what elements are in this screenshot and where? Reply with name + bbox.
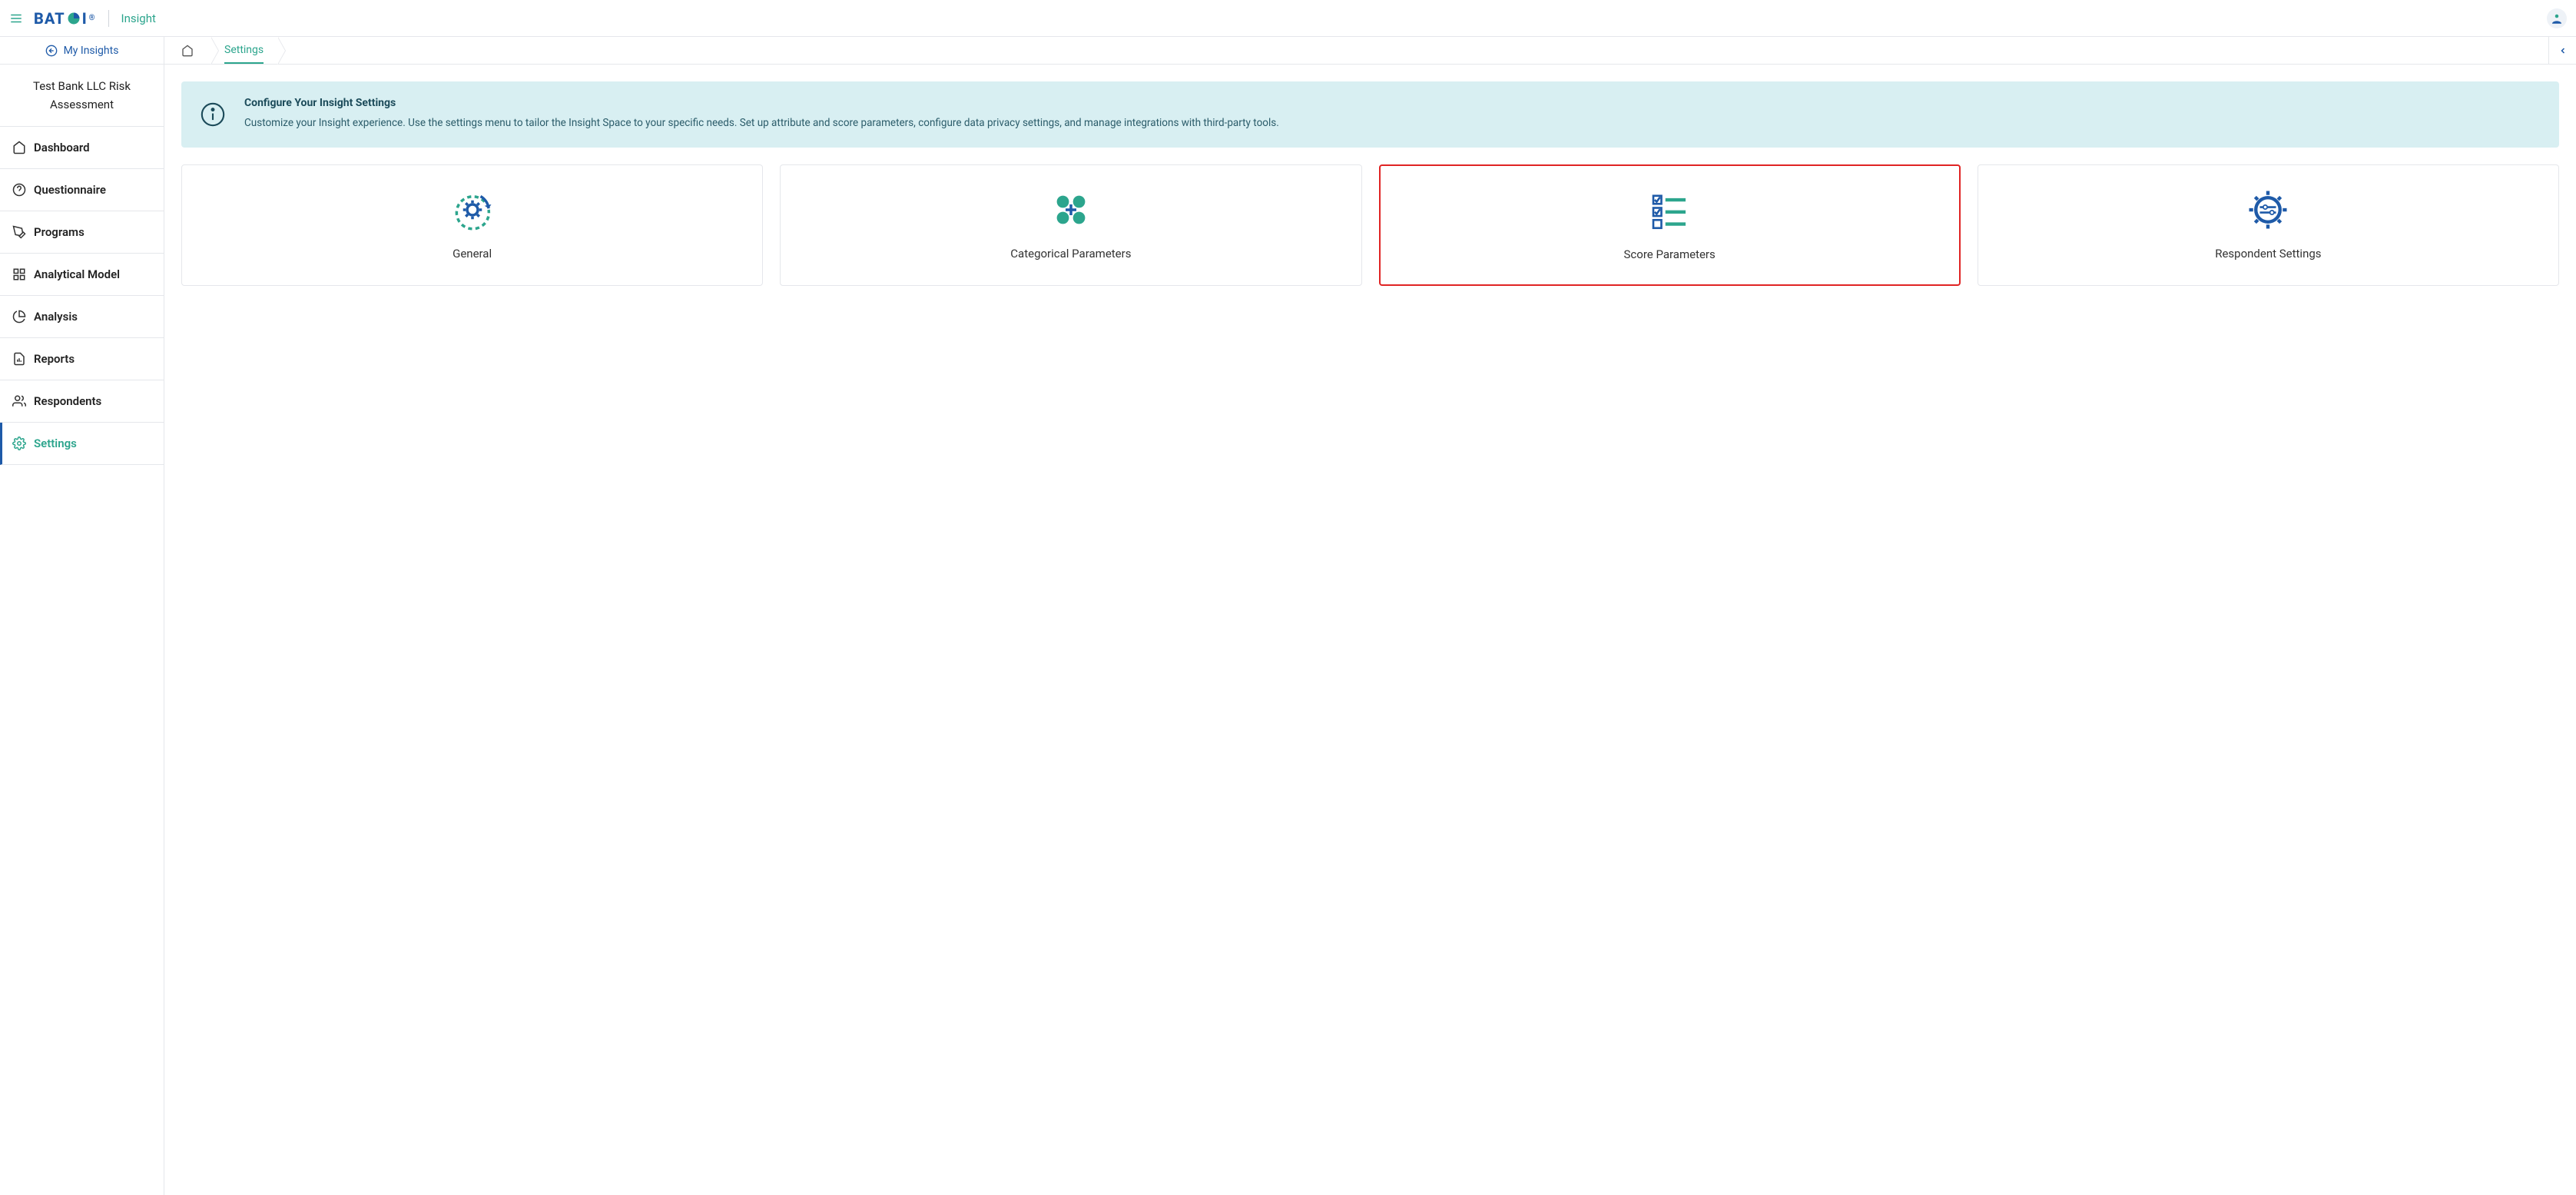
breadcrumb-settings[interactable]: Settings xyxy=(211,37,277,64)
breadcrumb: Settings xyxy=(164,37,2576,65)
logo-divider xyxy=(108,10,109,27)
topbar-left: BAT I ® Insight xyxy=(9,9,156,28)
card-label: Categorical Parameters xyxy=(1010,247,1131,261)
card-categorical-parameters[interactable]: Categorical Parameters xyxy=(780,164,1361,286)
breadcrumb-settings-label: Settings xyxy=(224,37,264,64)
card-general[interactable]: General xyxy=(181,164,763,286)
pen-icon xyxy=(12,225,26,239)
sidebar-item-respondents[interactable]: Respondents xyxy=(0,380,164,423)
topbar: BAT I ® Insight xyxy=(0,0,2576,37)
sidebar-item-dashboard[interactable]: Dashboard xyxy=(0,127,164,169)
home-icon xyxy=(12,141,26,154)
sidebar-item-analytical-model[interactable]: Analytical Model xyxy=(0,254,164,296)
sidebar-item-label: Settings xyxy=(34,437,77,450)
users-icon xyxy=(12,394,26,408)
sidebar-item-label: Reports xyxy=(34,352,75,366)
info-description: Customize your Insight experience. Use t… xyxy=(244,115,1279,132)
logo[interactable]: BAT I ® xyxy=(34,9,96,28)
card-label: Score Parameters xyxy=(1624,247,1716,261)
categories-icon xyxy=(1049,188,1092,231)
card-label: General xyxy=(453,247,492,261)
refresh-gear-icon xyxy=(451,188,494,231)
card-respondent-settings[interactable]: Respondent Settings xyxy=(1978,164,2559,286)
settings-gear-icon xyxy=(2246,188,2289,231)
sidebar-item-label: Questionnaire xyxy=(34,183,106,197)
collapse-panel-icon[interactable] xyxy=(2548,37,2576,64)
my-insights-label: My Insights xyxy=(64,45,119,57)
info-icon xyxy=(200,97,226,132)
sidebar-item-label: Dashboard xyxy=(34,141,90,154)
sidebar: My Insights Test Bank LLC Risk Assessmen… xyxy=(0,37,164,1195)
sidebar-item-analysis[interactable]: Analysis xyxy=(0,296,164,338)
sidebar-item-reports[interactable]: Reports xyxy=(0,338,164,380)
product-label: Insight xyxy=(121,12,156,25)
home-icon xyxy=(181,45,194,57)
my-insights-link[interactable]: My Insights xyxy=(0,37,164,65)
sidebar-item-label: Analysis xyxy=(34,310,78,324)
info-title: Configure Your Insight Settings xyxy=(244,97,1279,109)
pie-icon xyxy=(12,310,26,324)
breadcrumb-home[interactable] xyxy=(164,37,211,64)
checklist-icon xyxy=(1648,189,1691,232)
sidebar-item-programs[interactable]: Programs xyxy=(0,211,164,254)
sidebar-item-settings[interactable]: Settings xyxy=(0,423,164,465)
info-banner: Configure Your Insight Settings Customiz… xyxy=(181,81,2559,148)
sidebar-item-label: Programs xyxy=(34,225,85,239)
arrow-left-circle-icon xyxy=(45,45,58,57)
sidebar-item-questionnaire[interactable]: Questionnaire xyxy=(0,169,164,211)
menu-toggle-icon[interactable] xyxy=(9,12,23,25)
help-circle-icon xyxy=(12,183,26,197)
gear-icon xyxy=(12,437,26,450)
file-bar-icon xyxy=(12,352,26,366)
logo-area: BAT I ® Insight xyxy=(34,9,156,28)
sidebar-item-label: Respondents xyxy=(34,394,101,408)
card-label: Respondent Settings xyxy=(2215,247,2321,261)
sidebar-item-label: Analytical Model xyxy=(34,267,120,281)
model-icon xyxy=(12,267,26,281)
card-score-parameters[interactable]: Score Parameters xyxy=(1379,164,1961,286)
avatar[interactable] xyxy=(2547,8,2567,28)
project-title: Test Bank LLC Risk Assessment xyxy=(0,65,164,127)
